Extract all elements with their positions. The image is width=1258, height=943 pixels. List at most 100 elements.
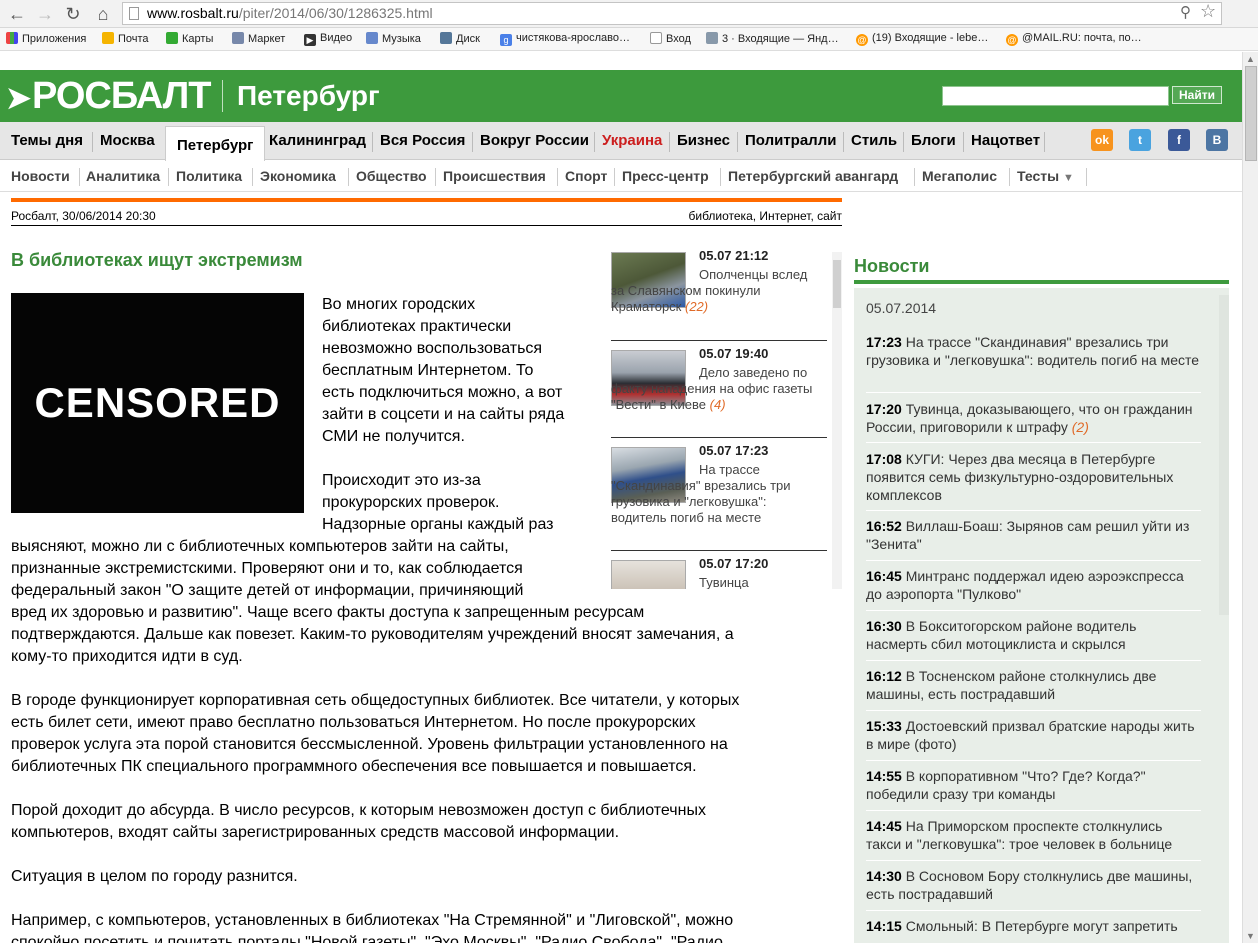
article-paragraph: Происходит это из-за прокурорских проверо… (322, 472, 554, 533)
google-icon: g (500, 34, 512, 46)
nav-blogs[interactable]: Блоги (911, 132, 956, 149)
subnav-politics[interactable]: Политика (176, 168, 242, 184)
city-title[interactable]: Петербург (237, 80, 380, 112)
bookmark-yandex-inbox[interactable]: 3 · Входящие — Янд… (706, 32, 839, 45)
bookmark-google[interactable]: g чистякова-ярославо… (500, 32, 630, 46)
news-item[interactable]: 16:52 Виллаш-Боаш: Зырянов сам решил уйт… (866, 517, 1201, 553)
news-item[interactable]: 14:15 Смольный: В Петербурге могут запре… (866, 917, 1201, 935)
article-image: CENSORED (11, 293, 304, 513)
bookmark-inbox[interactable]: @ (19) Входящие - lebe… (856, 32, 988, 46)
article-source: Росбалт, 30/06/2014 20:30 (11, 209, 156, 223)
site-logo[interactable]: ➤РОСБАЛТ (6, 76, 211, 119)
nav-style[interactable]: Стиль (851, 132, 897, 149)
nav-business[interactable]: Бизнес (677, 132, 730, 149)
comment-count: (2) (1071, 419, 1089, 435)
comment-count: (22) (685, 299, 709, 314)
nav-russia[interactable]: Вся Россия (380, 132, 465, 149)
article-paragraph: Например, с компьютеров, установленных в… (11, 912, 734, 943)
bookmark-login[interactable]: Вход (650, 32, 691, 45)
video-icon: ▶ (304, 34, 316, 46)
nav-natsotvet[interactable]: Нацответ (971, 132, 1040, 149)
bookmark-market[interactable]: Маркет (232, 32, 285, 45)
scroll-down-icon[interactable]: ▼ (1246, 931, 1255, 941)
news-feed: 05.07.2014 17:23 На трассе "Скандинавия"… (854, 288, 1229, 943)
subnav-analytics[interactable]: Аналитика (86, 168, 160, 184)
search-button[interactable]: Найти (1172, 86, 1222, 104)
page-icon (129, 7, 139, 20)
address-bar[interactable]: www.rosbalt.ru/piter/2014/06/30/1286325.… (122, 2, 1222, 25)
news-item[interactable]: 14:30 В Сосновом Бору столкнулись две ма… (866, 867, 1201, 903)
article-title: В библиотеках ищут экстремизм (11, 250, 303, 270)
news-scrollbar[interactable] (1219, 295, 1229, 615)
twitter-icon[interactable]: t (1129, 129, 1151, 151)
scroll-thumb[interactable] (1245, 66, 1257, 161)
news-item[interactable]: 17:23 На трассе "Скандинавия" врезались … (866, 333, 1201, 369)
nav-politrally[interactable]: Политралли (745, 132, 836, 149)
arrow-logo-icon: ➤ (6, 82, 31, 115)
envelope-icon (706, 32, 718, 44)
subnav-society[interactable]: Общество (356, 168, 427, 184)
subnav-incidents[interactable]: Происшествия (443, 168, 546, 184)
search-input[interactable] (942, 86, 1169, 106)
scroll-up-icon[interactable]: ▲ (1246, 54, 1255, 64)
article-paragraph: Во многих городских библиотеках практичес… (322, 296, 565, 445)
article-paragraph: Ситуация в целом по городу разнится. (11, 868, 298, 885)
related-news: 05.07 21:12 Ополченцы вслед за Славянско… (611, 248, 827, 589)
site-header: ➤РОСБАЛТ Петербург Найти (0, 70, 1242, 122)
bookmark-maps[interactable]: Карты (166, 32, 213, 45)
nav-kaliningrad[interactable]: Калининград (269, 132, 366, 149)
news-heading[interactable]: Новости (854, 256, 929, 277)
teasers-scrollbar[interactable] (832, 252, 842, 589)
page-icon (650, 32, 662, 44)
logo-divider (222, 80, 223, 112)
news-date: 05.07.2014 (866, 300, 937, 316)
maps-icon (166, 32, 178, 44)
subnav-news[interactable]: Новости (11, 168, 70, 184)
subnav-sport[interactable]: Спорт (565, 168, 607, 184)
article-paragraph: В городе функционирует корпоративная сет… (11, 692, 740, 775)
news-item[interactable]: 17:20 Тувинца, доказывающего, что он гра… (866, 400, 1201, 436)
at-icon: @ (1006, 34, 1018, 46)
back-icon[interactable]: ← (6, 3, 28, 25)
market-icon (232, 32, 244, 44)
page-scrollbar[interactable]: ▲ ▼ (1242, 52, 1258, 943)
news-item[interactable]: 16:12 В Тосненском районе столкнулись дв… (866, 667, 1201, 703)
nav-around-russia[interactable]: Вокруг России (480, 132, 589, 149)
zoom-icon[interactable]: ⚲ (1180, 3, 1191, 21)
news-item[interactable]: 15:33 Достоевский призвал братские народ… (866, 717, 1201, 753)
news-item[interactable]: 14:45 На Приморском проспекте столкнулис… (866, 817, 1201, 853)
bookmark-apps[interactable]: Приложения (6, 32, 86, 45)
news-item[interactable]: 14:55 В корпоративном "Что? Где? Когда?"… (866, 767, 1201, 803)
facebook-icon[interactable]: f (1168, 129, 1190, 151)
music-icon (366, 32, 378, 44)
subnav-tests[interactable]: Тесты ▼ (1017, 168, 1074, 184)
nav-ukraine[interactable]: Украина (602, 132, 662, 149)
mail-icon (102, 32, 114, 44)
bookmark-video[interactable]: ▶ Видео (304, 32, 352, 46)
forward-icon[interactable]: → (34, 3, 56, 25)
nav-moscow[interactable]: Москва (100, 132, 155, 149)
news-item[interactable]: 16:45 Минтранс поддержал идею аэроэкспре… (866, 567, 1201, 603)
home-icon[interactable]: ⌂ (92, 3, 114, 25)
odnoklassniki-icon[interactable]: ok (1091, 129, 1113, 151)
apps-icon (6, 32, 18, 44)
disk-icon (440, 32, 452, 44)
news-item[interactable]: 17:08 КУГИ: Через два месяца в Петербург… (866, 450, 1201, 504)
subnav-economy[interactable]: Экономика (260, 168, 336, 184)
subnav-megapolis[interactable]: Мегаполис (922, 168, 997, 184)
reload-icon[interactable]: ↻ (62, 3, 84, 25)
nav-topics[interactable]: Темы дня (11, 132, 83, 149)
bookmark-music[interactable]: Музыка (366, 32, 421, 45)
web-page: ➤РОСБАЛТ Петербург Найти Темы дня Москва… (0, 52, 1242, 943)
subnav-press-center[interactable]: Пресс-центр (622, 168, 709, 184)
bookmark-disk[interactable]: Диск (440, 32, 480, 45)
nav-petersburg[interactable]: Петербург (165, 126, 266, 161)
bookmark-star-icon[interactable]: ☆ (1200, 1, 1216, 22)
news-heading-bar (854, 280, 1229, 284)
bookmark-mailru[interactable]: @ @MAIL.RU: почта, по… (1006, 32, 1142, 46)
bookmark-mail[interactable]: Почта (102, 32, 149, 45)
vkontakte-icon[interactable]: B (1206, 129, 1228, 151)
article-tags[interactable]: библиотека, Интернет, сайт (689, 209, 843, 223)
news-item[interactable]: 16:30 В Бокситогорском районе водитель н… (866, 617, 1201, 653)
subnav-avantgarde[interactable]: Петербургский авангард (728, 168, 898, 184)
